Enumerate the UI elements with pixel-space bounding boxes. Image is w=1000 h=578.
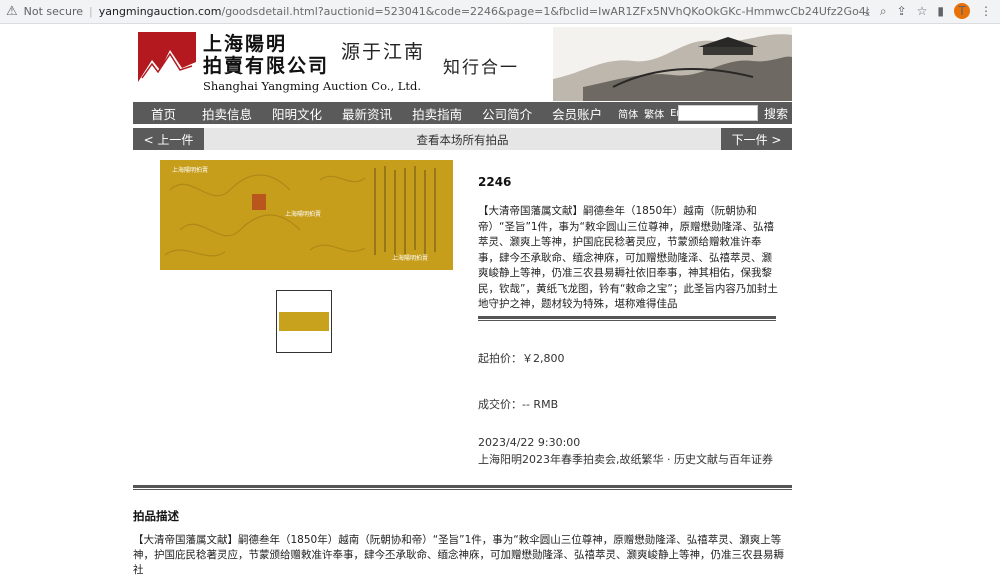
banner-ink-painting bbox=[553, 27, 792, 101]
site-header: 上海陽明 拍賣有限公司 Shanghai Yangming Auction Co… bbox=[133, 27, 792, 101]
url-host: yangmingauction.com bbox=[98, 5, 222, 18]
bookmark-star-icon[interactable]: ☆ bbox=[917, 4, 928, 18]
sale-date: 2023/4/22 9:30:00 bbox=[478, 436, 581, 449]
svg-text:上海陽明拍賣: 上海陽明拍賣 bbox=[172, 166, 208, 174]
nav-auction-guide[interactable]: 拍卖指南 bbox=[402, 104, 472, 123]
description-body: 【大清帝国藩属文献】嗣德叁年（1850年）越南（阮朝协和帝）“圣旨”1件，事为“… bbox=[133, 534, 784, 576]
warning-icon[interactable]: ⚠ bbox=[6, 4, 18, 19]
download-icon[interactable]: ⤓ bbox=[865, 4, 870, 19]
url-divider: | bbox=[89, 5, 93, 18]
company-name-en: Shanghai Yangming Auction Co., Ltd. bbox=[203, 79, 422, 93]
main-nav: 首页 拍卖信息 阳明文化 最新资讯 拍卖指南 公司简介 会员账户 简体 繁体 E… bbox=[133, 102, 792, 124]
search-input[interactable] bbox=[678, 105, 758, 121]
nav-company-intro[interactable]: 公司简介 bbox=[472, 104, 542, 123]
description-heading: 拍品描述 bbox=[133, 509, 179, 523]
share-icon[interactable]: ⇪ bbox=[897, 4, 907, 18]
slogan-jiangnan: 源于江南 bbox=[341, 41, 426, 63]
browser-address-bar: ⚠ Not secure | yangmingauction.com/goods… bbox=[0, 0, 1000, 24]
company-name-cn-line: 上海陽明 bbox=[203, 33, 288, 55]
view-all-lots-link[interactable]: 查看本场所有拍品 bbox=[133, 132, 792, 148]
svg-text:上海陽明拍賣: 上海陽明拍賣 bbox=[285, 210, 321, 218]
company-name-cn-line: 拍賣有限公司 bbox=[203, 55, 330, 77]
url-path: /goodsdetail.html?auctionid=523041&code=… bbox=[221, 5, 869, 18]
company-logo-icon[interactable] bbox=[138, 32, 196, 96]
security-label: Not secure bbox=[23, 5, 83, 18]
nav-yangming-culture[interactable]: 阳明文化 bbox=[262, 104, 332, 123]
deal-price: 成交价：-- RMB bbox=[478, 398, 559, 411]
start-price: 起拍价：￥2,800 bbox=[478, 352, 565, 365]
slogan-zhixing: 知行合一 bbox=[443, 58, 519, 78]
company-name-cn: 上海陽明 拍賣有限公司 bbox=[203, 33, 329, 77]
lot-number: 2246 bbox=[478, 175, 512, 189]
description-divider bbox=[133, 485, 792, 490]
nav-news[interactable]: 最新资讯 bbox=[332, 104, 402, 123]
lang-traditional[interactable]: 繁体 bbox=[644, 106, 664, 121]
lot-pager: 查看本场所有拍品 < 上一件 下一件 > bbox=[133, 128, 792, 150]
menu-icon[interactable]: ⋮ bbox=[980, 4, 992, 18]
lot-thumbnail[interactable] bbox=[276, 290, 332, 353]
zoom-icon[interactable]: ⌕ bbox=[880, 4, 887, 19]
lang-simplified[interactable]: 简体 bbox=[618, 106, 638, 121]
search-button[interactable]: 搜索 bbox=[764, 105, 788, 122]
next-lot-button[interactable]: 下一件 > bbox=[721, 128, 792, 150]
prev-lot-button[interactable]: < 上一件 bbox=[133, 128, 204, 150]
url-field[interactable]: yangmingauction.com/goodsdetail.html?auc… bbox=[99, 5, 869, 18]
nav-auction-info[interactable]: 拍卖信息 bbox=[192, 104, 262, 123]
sale-name-link[interactable]: 上海阳明2023年春季拍卖会,故纸繁华 · 历史文献与百年证券 bbox=[478, 451, 773, 467]
profile-avatar[interactable]: T bbox=[954, 3, 970, 19]
svg-text:上海陽明拍賣: 上海陽明拍賣 bbox=[392, 254, 428, 262]
lot-main-image[interactable]: 上海陽明拍賣 上海陽明拍賣 上海陽明拍賣 bbox=[160, 160, 453, 270]
browser-toolbar-icons: ⤓ ⌕ ⇪ ☆ ▮ T ⋮ bbox=[865, 3, 992, 19]
nav-home[interactable]: 首页 bbox=[133, 104, 192, 123]
nav-member-account[interactable]: 会员账户 bbox=[542, 104, 612, 123]
info-divider bbox=[478, 316, 776, 321]
sidebar-icon[interactable]: ▮ bbox=[937, 4, 944, 18]
security-status[interactable]: Not secure bbox=[24, 5, 83, 18]
lot-title: 【大清帝国藩属文献】嗣德叁年（1850年）越南（阮朝协和帝）“圣旨”1件，事为“… bbox=[478, 205, 778, 310]
thumbnail-image bbox=[279, 312, 329, 331]
